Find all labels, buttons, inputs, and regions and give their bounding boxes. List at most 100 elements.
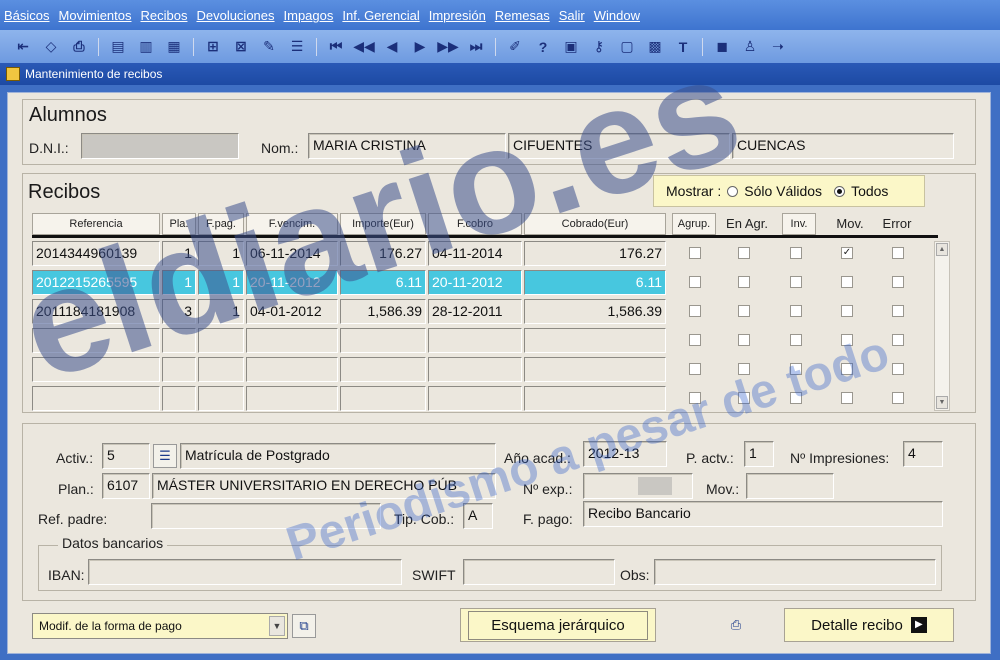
- col-importe-header[interactable]: Importe(Eur): [340, 213, 426, 235]
- checkbox-agrup[interactable]: [689, 247, 701, 259]
- checkbox-agrup[interactable]: [689, 392, 701, 404]
- menu-movimientos[interactable]: Movimientos: [59, 8, 132, 23]
- checkbox-inv[interactable]: [790, 247, 802, 259]
- cell-fpag[interactable]: [198, 386, 244, 411]
- person-icon[interactable]: ♙: [739, 36, 761, 58]
- cell-cobrado[interactable]: 176.27: [524, 241, 666, 266]
- col-fvencim-header[interactable]: F.vencim.: [246, 213, 338, 235]
- cell-fcobro[interactable]: 04-11-2014: [428, 241, 522, 266]
- cell-cobrado[interactable]: [524, 386, 666, 411]
- first-icon[interactable]: ⏮: [325, 36, 347, 58]
- prev-icon[interactable]: ◀: [381, 36, 403, 58]
- dni-field[interactable]: [81, 133, 239, 159]
- activ-field[interactable]: 5: [102, 443, 150, 469]
- col-agrup-header[interactable]: Agrup.: [672, 213, 716, 235]
- col-fpag-header[interactable]: F.pag.: [198, 213, 244, 235]
- checkbox-en-agr[interactable]: [738, 305, 750, 317]
- print-icon[interactable]: ⎙: [68, 36, 90, 58]
- cell-pla[interactable]: [162, 328, 196, 353]
- cell-fvenc[interactable]: [246, 328, 338, 353]
- list-lookup-icon[interactable]: ☰: [153, 444, 177, 468]
- menu-window[interactable]: Window: [594, 8, 640, 23]
- cell-fcobro[interactable]: [428, 386, 522, 411]
- scroll-up-icon[interactable]: ▲: [936, 243, 948, 256]
- checkbox-agrup[interactable]: [689, 334, 701, 346]
- tip-cob-field[interactable]: A: [463, 503, 493, 529]
- cell-ref[interactable]: [32, 328, 160, 353]
- cell-fvenc[interactable]: 06-11-2014: [246, 241, 338, 266]
- apellido2-field[interactable]: CUENCAS: [732, 133, 954, 159]
- checkbox-error[interactable]: [892, 334, 904, 346]
- checkbox-mov[interactable]: ✓: [841, 247, 853, 259]
- insert-icon[interactable]: ⊞: [202, 36, 224, 58]
- menu-basicos[interactable]: Básicos: [4, 8, 50, 23]
- cell-pla[interactable]: [162, 357, 196, 382]
- cell-ref[interactable]: [32, 357, 160, 382]
- cell-fcobro[interactable]: [428, 328, 522, 353]
- plan-desc-field[interactable]: MÁSTER UNIVERSITARIO EN DERECHO PÚB: [152, 473, 496, 499]
- pencil-icon[interactable]: ✐: [504, 36, 526, 58]
- cell-pla[interactable]: 1: [162, 270, 196, 295]
- cell-fcobro[interactable]: 20-11-2012: [428, 270, 522, 295]
- cell-importe[interactable]: 1,586.39: [340, 299, 426, 324]
- doc-query-icon[interactable]: ▥: [135, 36, 157, 58]
- printer-icon[interactable]: ⎙: [724, 613, 748, 637]
- chevron-down-icon[interactable]: ▼: [269, 616, 285, 636]
- cell-pla[interactable]: [162, 386, 196, 411]
- cell-fpag[interactable]: 1: [198, 299, 244, 324]
- col-inv-header[interactable]: Inv.: [782, 213, 816, 235]
- activ-desc-field[interactable]: Matrícula de Postgrado: [180, 443, 496, 469]
- checkbox-error[interactable]: [892, 247, 904, 259]
- f-pago-field[interactable]: Recibo Bancario: [583, 501, 943, 527]
- menu-inf-gerencial[interactable]: Inf. Gerencial: [342, 8, 419, 23]
- help-icon[interactable]: ?: [532, 36, 554, 58]
- menu-remesas[interactable]: Remesas: [495, 8, 550, 23]
- next-set-icon[interactable]: ▶▶: [437, 36, 459, 58]
- checkbox-en-agr[interactable]: [738, 363, 750, 375]
- arrow-icon[interactable]: ➝: [767, 36, 789, 58]
- cell-importe[interactable]: [340, 357, 426, 382]
- calendar-icon[interactable]: ▢: [616, 36, 638, 58]
- checkbox-agrup[interactable]: [689, 363, 701, 375]
- cell-fvenc[interactable]: 04-01-2012: [246, 299, 338, 324]
- checkbox-mov[interactable]: [841, 276, 853, 288]
- mov-field[interactable]: [746, 473, 834, 499]
- cell-fvenc[interactable]: 20-11-2012: [246, 270, 338, 295]
- checkbox-inv[interactable]: [790, 363, 802, 375]
- recibos-scrollbar[interactable]: ▲ ▼: [934, 241, 950, 411]
- cell-fpag[interactable]: [198, 328, 244, 353]
- col-pla-header[interactable]: Pla.: [162, 213, 196, 235]
- checkbox-inv[interactable]: [790, 334, 802, 346]
- key-icon[interactable]: ⚷: [588, 36, 610, 58]
- cell-cobrado[interactable]: 6.11: [524, 270, 666, 295]
- checkbox-agrup[interactable]: [689, 276, 701, 288]
- cell-cobrado[interactable]: [524, 357, 666, 382]
- swift-field[interactable]: [463, 559, 615, 585]
- checkbox-en-agr[interactable]: [738, 276, 750, 288]
- apellido1-field[interactable]: CIFUENTES: [508, 133, 730, 159]
- last-icon[interactable]: ⏭: [465, 36, 487, 58]
- cell-importe[interactable]: [340, 328, 426, 353]
- cell-importe[interactable]: [340, 386, 426, 411]
- checkbox-agrup[interactable]: [689, 305, 701, 317]
- n-exp-field[interactable]: [583, 473, 693, 499]
- edit-icon[interactable]: ✎: [258, 36, 280, 58]
- prev-set-icon[interactable]: ◀◀: [353, 36, 375, 58]
- cell-importe[interactable]: 6.11: [340, 270, 426, 295]
- eraser-icon[interactable]: ◇: [40, 36, 62, 58]
- door-exit-icon[interactable]: ⇤: [12, 36, 34, 58]
- checkbox-mov[interactable]: [841, 392, 853, 404]
- checkbox-error[interactable]: [892, 276, 904, 288]
- checkbox-mov[interactable]: [841, 305, 853, 317]
- cell-ref[interactable]: 2012215265595: [32, 270, 160, 295]
- cell-fpag[interactable]: [198, 357, 244, 382]
- cell-fvenc[interactable]: [246, 386, 338, 411]
- list-icon[interactable]: ☰: [286, 36, 308, 58]
- ano-acad-field[interactable]: 2012-13: [583, 441, 667, 467]
- cell-pla[interactable]: 1: [162, 241, 196, 266]
- delete-icon[interactable]: ⊠: [230, 36, 252, 58]
- checkbox-mov[interactable]: [841, 334, 853, 346]
- checkbox-en-agr[interactable]: [738, 247, 750, 259]
- obs-field[interactable]: [654, 559, 936, 585]
- cell-cobrado[interactable]: 1,586.39: [524, 299, 666, 324]
